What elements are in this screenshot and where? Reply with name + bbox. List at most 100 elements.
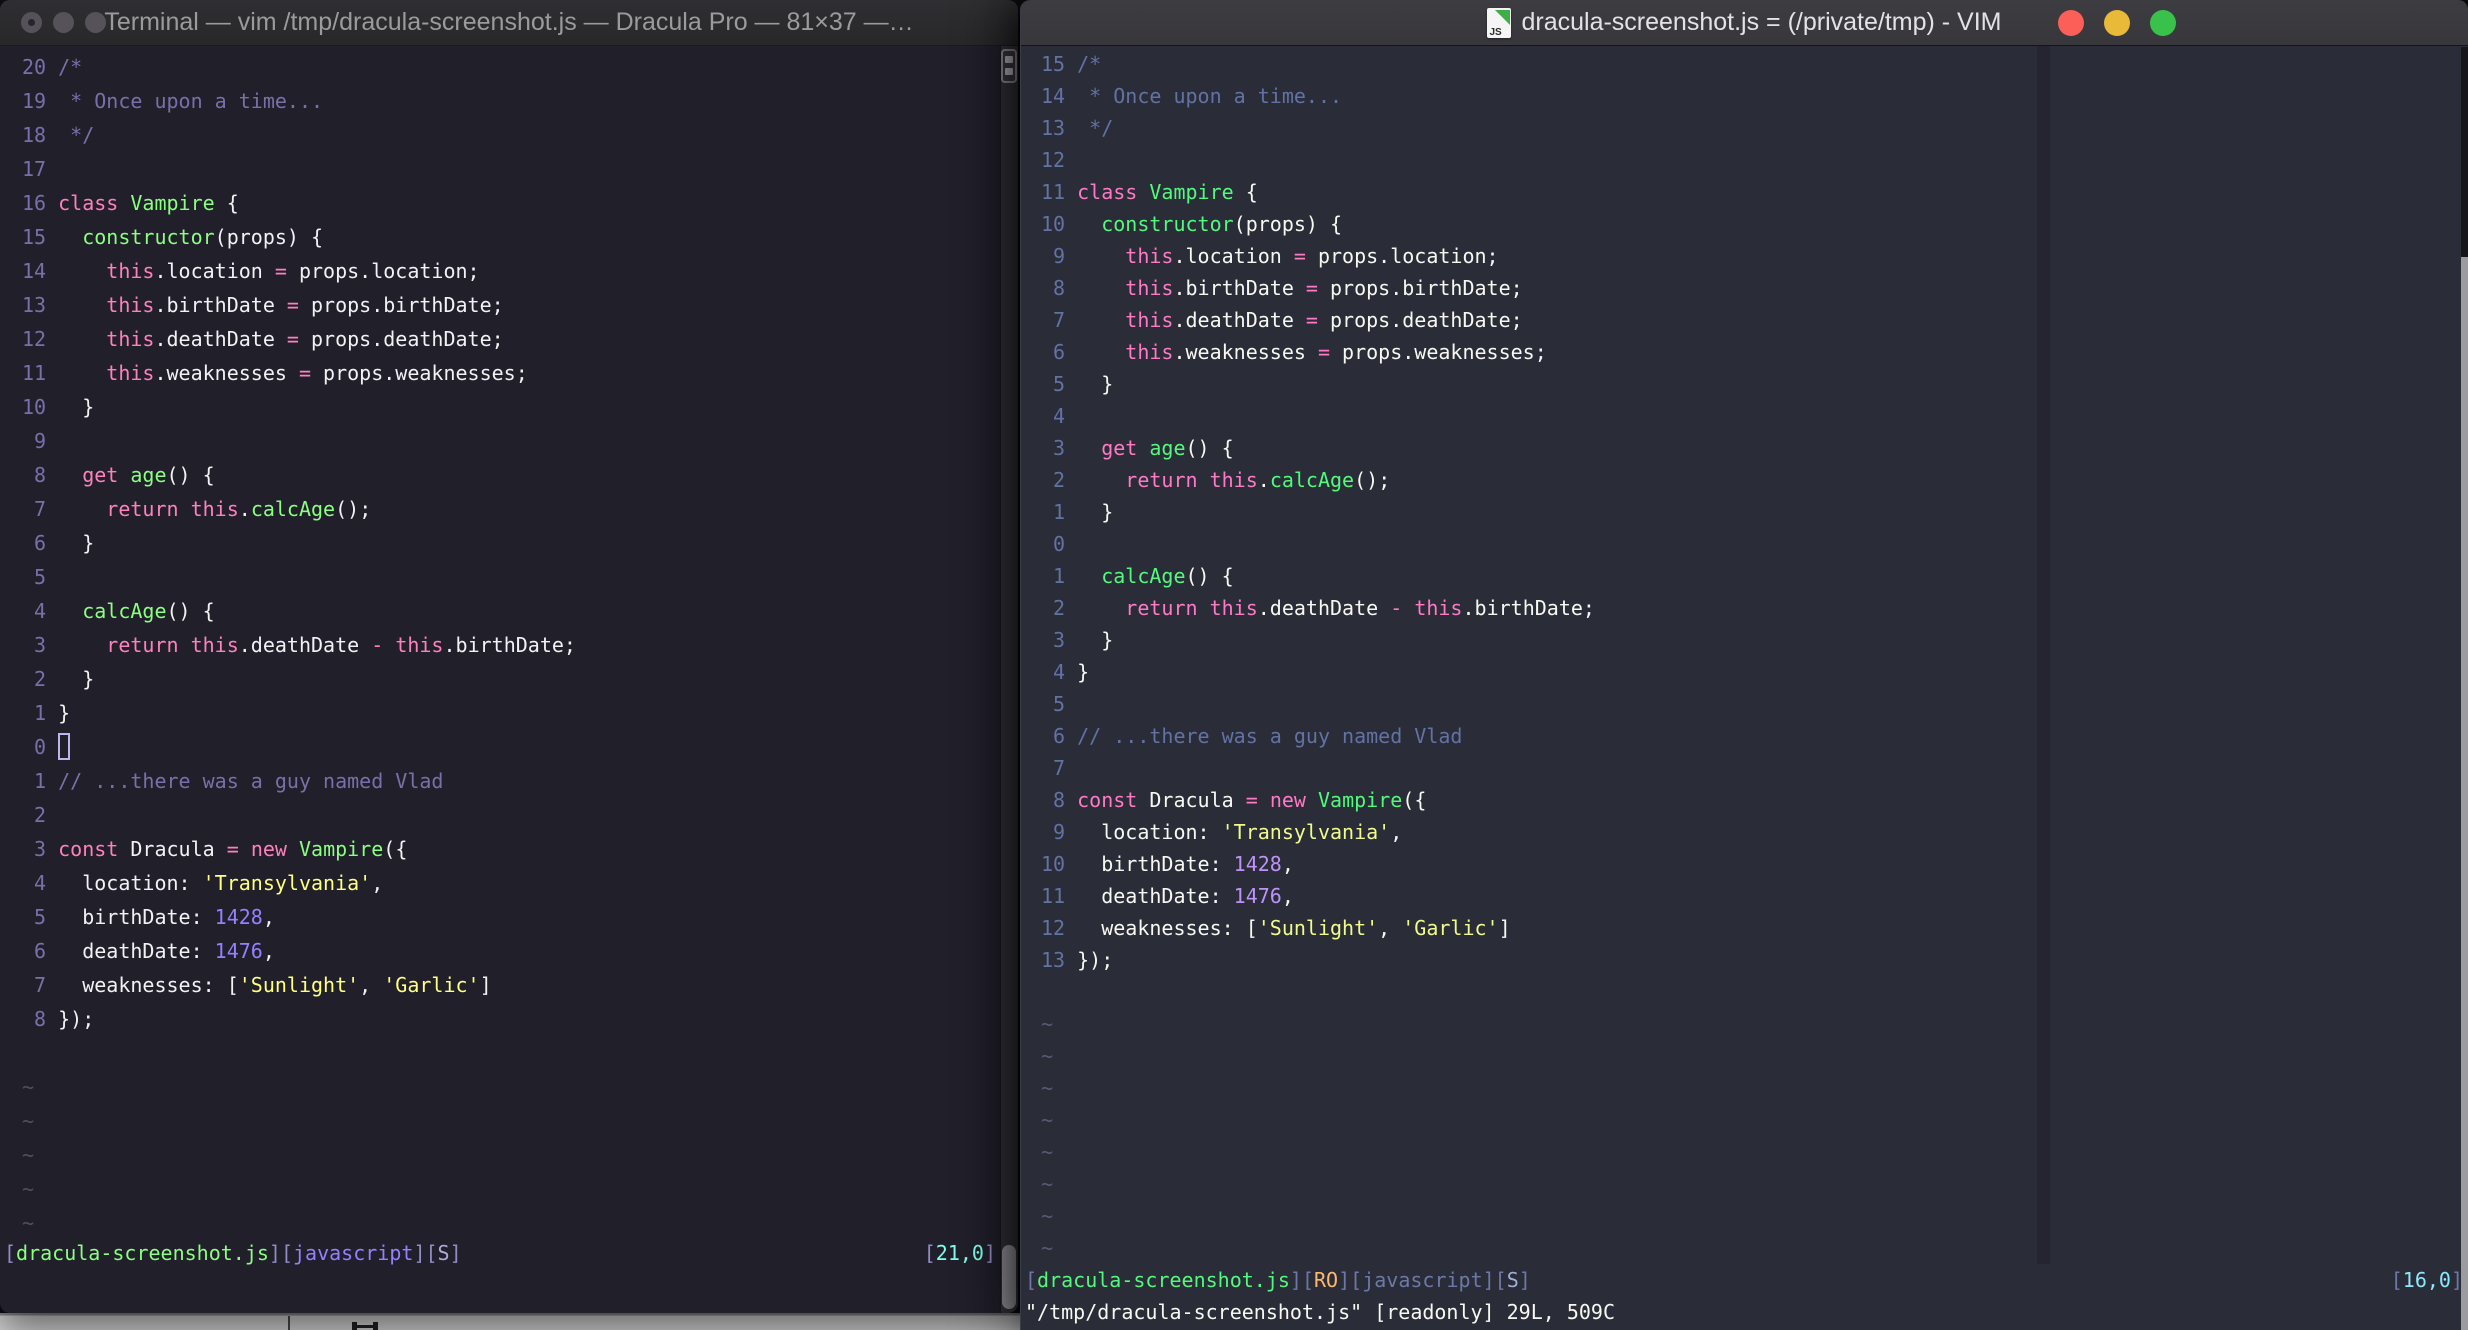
code-line[interactable]: 14 * Once upon a time... (1041, 80, 2468, 112)
code-line[interactable]: 9 (22, 424, 1000, 458)
code-line[interactable]: 13 */ (1041, 112, 2468, 144)
statusline-file-info: [dracula-screenshot.js][javascript][S] (4, 1241, 462, 1265)
vim-buffer-left[interactable]: 20 /* 19 * Once upon a time... 18 */17 16 … (0, 46, 1000, 1313)
line-number: 7 (22, 973, 59, 997)
code-line[interactable]: 2 (22, 798, 1000, 832)
code-line[interactable]: 16 class Vampire { (22, 186, 1000, 220)
line-number: 7 (22, 497, 59, 521)
code-line[interactable]: 4 } (1041, 656, 2468, 688)
clipped-scrollbar-track (2461, 47, 2468, 257)
line-number: 18 (22, 123, 59, 147)
code-line[interactable]: 4 location: 'Transylvania', (22, 866, 1000, 900)
scrollbar-thumb[interactable] (1002, 1245, 1016, 1309)
code-line[interactable]: 2 return this.deathDate - this.birthDate… (1041, 592, 2468, 624)
line-number: 11 (1041, 180, 1078, 204)
code-line[interactable]: 8 this.birthDate = props.birthDate; (1041, 272, 2468, 304)
code-line[interactable]: 10 } (22, 390, 1000, 424)
code-line[interactable]: 11 deathDate: 1476, (1041, 880, 2468, 912)
code-line[interactable]: 2 return this.calcAge(); (1041, 464, 2468, 496)
clipped-scrollbar-thumb[interactable] (2461, 257, 2468, 1330)
code-line[interactable]: 4 calcAge() { (22, 594, 1000, 628)
terminal-titlebar[interactable]: Terminal — vim /tmp/dracula-screenshot.j… (0, 0, 1018, 46)
code-line[interactable]: 11 class Vampire { (1041, 176, 2468, 208)
code-line[interactable]: 5 birthDate: 1428, (22, 900, 1000, 934)
close-button[interactable] (2058, 9, 2084, 36)
code-line[interactable]: 12 (1041, 144, 2468, 176)
code-line[interactable]: 4 (1041, 400, 2468, 432)
vim-cursor (58, 733, 71, 760)
code-line[interactable]: 6 deathDate: 1476, (22, 934, 1000, 968)
code-line[interactable]: 1 calcAge() { (1041, 560, 2468, 592)
line-number: 4 (22, 871, 59, 895)
code-line[interactable]: 5 (22, 560, 1000, 594)
code-line[interactable]: 5 (1041, 688, 2468, 720)
line-number: 15 (1041, 52, 1078, 76)
code-line[interactable]: 7 (1041, 752, 2468, 784)
code-line[interactable]: 7 this.deathDate = props.deathDate; (1041, 304, 2468, 336)
window-title: Terminal — vim /tmp/dracula-screenshot.j… (104, 8, 914, 36)
line-number: 9 (1041, 244, 1078, 268)
zoom-button[interactable] (85, 12, 106, 33)
line-number: 1 (1041, 500, 1078, 524)
minimize-button[interactable] (53, 12, 74, 33)
code-line[interactable]: 5 } (1041, 368, 2468, 400)
code-line[interactable]: 7 return this.calcAge(); (22, 492, 1000, 526)
code-line[interactable]: 0 (22, 730, 1000, 764)
code-line[interactable]: 14 this.location = props.location; (22, 254, 1000, 288)
code-line[interactable]: 17 (22, 152, 1000, 186)
vim-buffer-right[interactable]: 15 /* 14 * Once upon a time... 13 */12 11 … (1021, 46, 2468, 1330)
line-number: 14 (1041, 84, 1078, 108)
line-number: 19 (22, 89, 59, 113)
minimize-button[interactable] (2104, 9, 2130, 36)
code-line[interactable]: 1 // ...there was a guy named Vlad (22, 764, 1000, 798)
code-line[interactable]: 8 }); (22, 1002, 1000, 1036)
code-line[interactable]: 3 return this.deathDate - this.birthDate… (22, 628, 1000, 662)
code-line[interactable]: 1 } (1041, 496, 2468, 528)
code-line[interactable]: 19 * Once upon a time... (22, 84, 1000, 118)
window-title: dracula-screenshot.js = (/private/tmp) -… (1521, 8, 2002, 36)
code-line[interactable]: 3 } (1041, 624, 2468, 656)
zoom-button[interactable] (2150, 9, 2176, 36)
code-line[interactable]: 2 } (22, 662, 1000, 696)
code-line[interactable]: 12 this.deathDate = props.deathDate; (22, 322, 1000, 356)
terminal-scrollbar[interactable] (1000, 46, 1018, 1313)
code-line[interactable]: 6 // ...there was a guy named Vlad (1041, 720, 2468, 752)
code-line[interactable]: 6 } (22, 526, 1000, 560)
macvim-titlebar[interactable]: JS dracula-screenshot.js = (/private/tmp… (1021, 0, 2468, 46)
code-line[interactable]: 13 }); (1041, 944, 2468, 976)
code-line[interactable]: 9 location: 'Transylvania', (1041, 816, 2468, 848)
code-line[interactable]: 11 this.weaknesses = props.weaknesses; (22, 356, 1000, 390)
code-line[interactable]: 20 /* (22, 50, 1000, 84)
code-line[interactable]: 18 */ (22, 118, 1000, 152)
line-number: 12 (22, 327, 59, 351)
split-pane-button[interactable] (1001, 49, 1017, 83)
code-line[interactable]: 12 weaknesses: ['Sunlight', 'Garlic'] (1041, 912, 2468, 944)
vim-statusline-right: [dracula-screenshot.js][RO][javascript][… (1025, 1264, 2463, 1296)
statusline-position: [21,0] (923, 1241, 996, 1265)
code-line[interactable]: 8 get age() { (22, 458, 1000, 492)
code-line[interactable]: 3 get age() { (1041, 432, 2468, 464)
close-button[interactable] (21, 12, 42, 33)
code-line[interactable]: 0 (1041, 528, 2468, 560)
code-line[interactable]: 1 } (22, 696, 1000, 730)
code-line[interactable]: 15 constructor(props) { (22, 220, 1000, 254)
code-line[interactable]: 10 birthDate: 1428, (1041, 848, 2468, 880)
code-line[interactable]: 3 const Dracula = new Vampire({ (22, 832, 1000, 866)
code-line[interactable]: 15 /* (1041, 48, 2468, 80)
background-window-fragment (0, 1313, 1020, 1330)
code-line[interactable]: 6 this.weaknesses = props.weaknesses; (1041, 336, 2468, 368)
line-number: 2 (22, 803, 59, 827)
line-number: 8 (22, 1007, 59, 1031)
empty-line (22, 1036, 1000, 1070)
document-proxy-icon[interactable]: JS (1487, 7, 1512, 38)
code-line[interactable]: 8 const Dracula = new Vampire({ (1041, 784, 2468, 816)
code-line[interactable]: 10 constructor(props) { (1041, 208, 2468, 240)
code-line[interactable]: 7 weaknesses: ['Sunlight', 'Garlic'] (22, 968, 1000, 1002)
code-line[interactable]: 13 this.birthDate = props.birthDate; (22, 288, 1000, 322)
tilde-line: ~ (1041, 1172, 1054, 1196)
tilde-line: ~ (1041, 1044, 1054, 1068)
tilde-line: ~ (1041, 1108, 1054, 1132)
js-file-icon: JS (1489, 26, 1502, 38)
line-number: 4 (22, 599, 59, 623)
code-line[interactable]: 9 this.location = props.location; (1041, 240, 2468, 272)
